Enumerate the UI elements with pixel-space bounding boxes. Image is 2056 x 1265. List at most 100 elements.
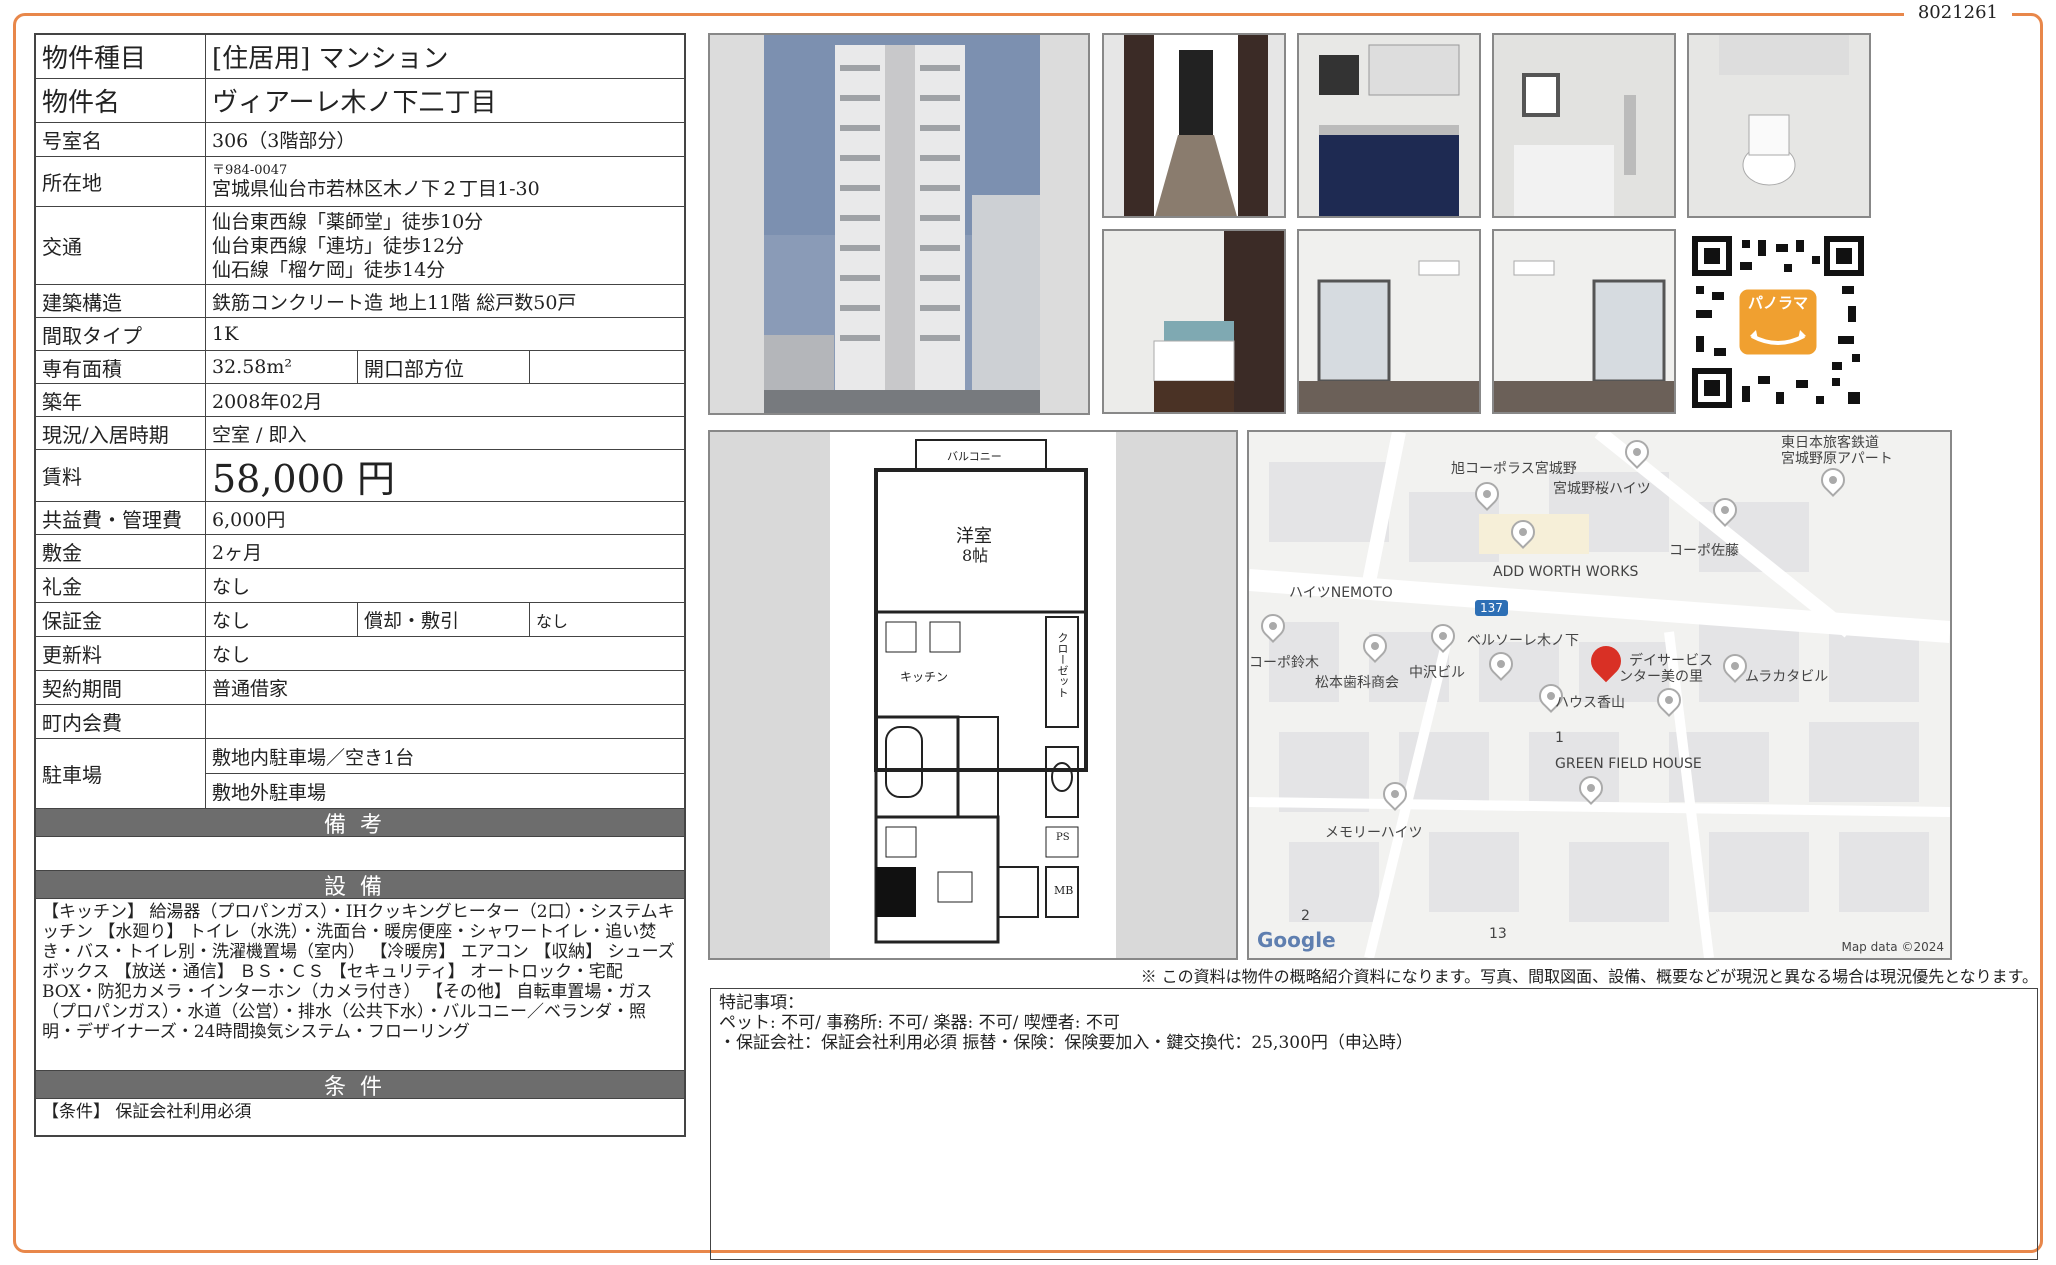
label-contract: 契約期間 [36, 671, 206, 704]
value-deposit: 2ヶ月 [212, 542, 263, 564]
plan-kitchen-label: キッチン [900, 670, 949, 684]
row-fee: 共益費・管理費 6,000円 [36, 502, 684, 535]
band-equipment: 設備 [36, 871, 684, 900]
row-town: 町内会費 [36, 705, 684, 739]
row-rent: 賃料 58,000 円 [36, 450, 684, 502]
building-illustration [710, 35, 1088, 413]
photo-room-2 [1492, 229, 1676, 414]
postal-code: 〒984-0047 [212, 163, 288, 178]
map-label: ハウス香山 [1555, 695, 1625, 711]
map-label: GREEN FIELD HOUSE [1555, 756, 1702, 772]
photo-bathroom [1492, 33, 1676, 218]
value-fee: 6,000円 [212, 508, 286, 531]
band-remarks: 備考 [36, 809, 684, 838]
row-guarantee: 保証金 なし 償却・敷引 なし [36, 603, 684, 637]
map-credit: Map data ©2024 [1841, 940, 1944, 954]
floor-plan-drawing [830, 432, 1116, 958]
panorama-badge: パノラマ [1747, 294, 1808, 312]
row-room: 号室名 306（3階部分） [36, 123, 684, 157]
value-keymoney: なし [212, 576, 251, 598]
band-conditions: 条件 [36, 1071, 684, 1100]
value-built: 2008年02月 [212, 390, 323, 413]
value-rent: 58,000 円 [212, 457, 396, 501]
value-area: 32.58m² [206, 351, 358, 383]
row-status: 現況/入居時期 空室 / 即入 [36, 417, 684, 450]
disclaimer: ※ この資料は物件の概略紹介資料になります。写真、間取図面、設備、概要などが現況… [1140, 967, 2038, 986]
remarks-body [36, 837, 684, 871]
special-notes-title: 特記事項： [719, 993, 804, 1013]
map-label: 宮城野原アパート [1781, 451, 1893, 467]
label-rent: 賃料 [36, 450, 206, 501]
map-label: ンター美の里 [1619, 669, 1703, 685]
photo-kitchen [1297, 33, 1481, 218]
label-transport: 交通 [36, 207, 206, 284]
value-renewal: なし [212, 644, 251, 666]
value-type: [住居用] マンション [212, 44, 449, 74]
label-type: 物件種目 [36, 35, 206, 78]
map-label: 2 [1301, 908, 1310, 924]
value-transport: 仙台東西線「薬師堂」徒歩10分 仙台東西線「連坊」徒歩12分 仙石線「榴ケ岡」徒… [206, 207, 684, 284]
panorama-qr-code[interactable]: パノラマ [1692, 236, 1864, 408]
label-guarantee: 保証金 [36, 603, 206, 636]
plan-room-size: 8帖 [962, 546, 989, 565]
value-town [206, 705, 684, 738]
map-label: ADD WORTH WORKS [1493, 564, 1639, 580]
value-status: 空室 / 即入 [212, 423, 307, 446]
document-id: 8021261 [1903, 2, 2012, 23]
row-address: 所在地 〒984-0047 宮城県仙台市若林区木ノ下２丁目1-30 [36, 157, 684, 207]
label-built: 築年 [36, 384, 206, 416]
map-label: 中沢ビル [1409, 665, 1465, 681]
map-label: メモリーハイツ [1325, 825, 1423, 841]
photo-toilet [1687, 33, 1871, 218]
map-label: 松本歯科商会 [1315, 675, 1399, 691]
plan-balcony-label: バルコニー [947, 450, 1002, 463]
row-keymoney: 礼金 なし [36, 569, 684, 603]
parking-on-site: 敷地内駐車場／空き1台 [206, 739, 684, 774]
row-contract: 契約期間 普通借家 [36, 671, 684, 705]
label-town: 町内会費 [36, 705, 206, 738]
row-renewal: 更新料 なし [36, 637, 684, 671]
conditions-text: 【条件】 保証会社利用必須 [42, 1102, 252, 1122]
transport-line: 仙台東西線「薬師堂」徒歩10分 [212, 210, 484, 233]
map-label: 1 [1555, 730, 1564, 746]
photo-room-1 [1297, 229, 1481, 414]
value-contract: 普通借家 [212, 678, 289, 700]
map-label: 13 [1489, 926, 1507, 942]
building-photo [708, 33, 1090, 415]
label-layout: 間取タイプ [36, 318, 206, 350]
label-status: 現況/入居時期 [36, 417, 206, 449]
value-guarantee: なし [206, 603, 358, 636]
value-name: ヴィアーレ木ノ下二丁目 [212, 88, 497, 118]
label-keymoney: 礼金 [36, 569, 206, 602]
google-logo: Google [1257, 928, 1336, 952]
value-address: 〒984-0047 宮城県仙台市若林区木ノ下２丁目1-30 [206, 157, 684, 206]
value-amort: なし [536, 611, 569, 631]
label-fee: 共益費・管理費 [36, 502, 206, 534]
photo-entrance [1102, 33, 1286, 218]
row-structure: 建築構造 鉄筋コンクリート造 地上11階 総戸数50戸 [36, 285, 684, 318]
transport-line: 仙台東西線「連坊」徒歩12分 [212, 234, 465, 257]
label-name: 物件名 [36, 79, 206, 122]
location-map[interactable]: 137 旭コーポラス宮城野 宮城野桜ハイツ 東日本旅客鉄道 宮城野原アパート コ… [1247, 430, 1952, 960]
label-area: 専有面積 [36, 351, 206, 383]
special-notes: 特記事項： ペット: 不可/ 事務所: 不可/ 楽器: 不可/ 喫煙者: 不可 … [710, 988, 2038, 1260]
row-parking: 駐車場 敷地内駐車場／空き1台 敷地外駐車場 [36, 739, 684, 809]
value-room: 306（3階部分） [212, 130, 356, 152]
parking-off-site: 敷地外駐車場 [212, 781, 327, 804]
photo-washbasin [1102, 229, 1286, 414]
row-area: 専有面積 32.58m² 開口部方位 [36, 351, 684, 384]
floor-plan: バルコニー 洋室 8帖 キッチン クローゼット PS MB [708, 430, 1238, 960]
address-text: 宮城県仙台市若林区木ノ下２丁目1-30 [212, 178, 540, 200]
label-direction: 開口部方位 [358, 351, 530, 383]
equipment-text: 【キッチン】 給湯器（プロパンガス）・IHクッキングヒーター（2口）・システムキ… [36, 899, 684, 1071]
value-parking: 敷地内駐車場／空き1台 敷地外駐車場 [206, 739, 684, 808]
map-label: ハイツNEMOTO [1289, 585, 1393, 601]
value-layout: 1K [212, 323, 239, 345]
map-label: ベルソーレ木ノ下 [1467, 633, 1579, 649]
label-room: 号室名 [36, 123, 206, 156]
plan-ps-label: PS [1056, 832, 1070, 843]
row-built: 築年 2008年02月 [36, 384, 684, 417]
row-transport: 交通 仙台東西線「薬師堂」徒歩10分 仙台東西線「連坊」徒歩12分 仙石線「榴ケ… [36, 207, 684, 285]
label-address: 所在地 [36, 157, 206, 206]
row-layout: 間取タイプ 1K [36, 318, 684, 351]
